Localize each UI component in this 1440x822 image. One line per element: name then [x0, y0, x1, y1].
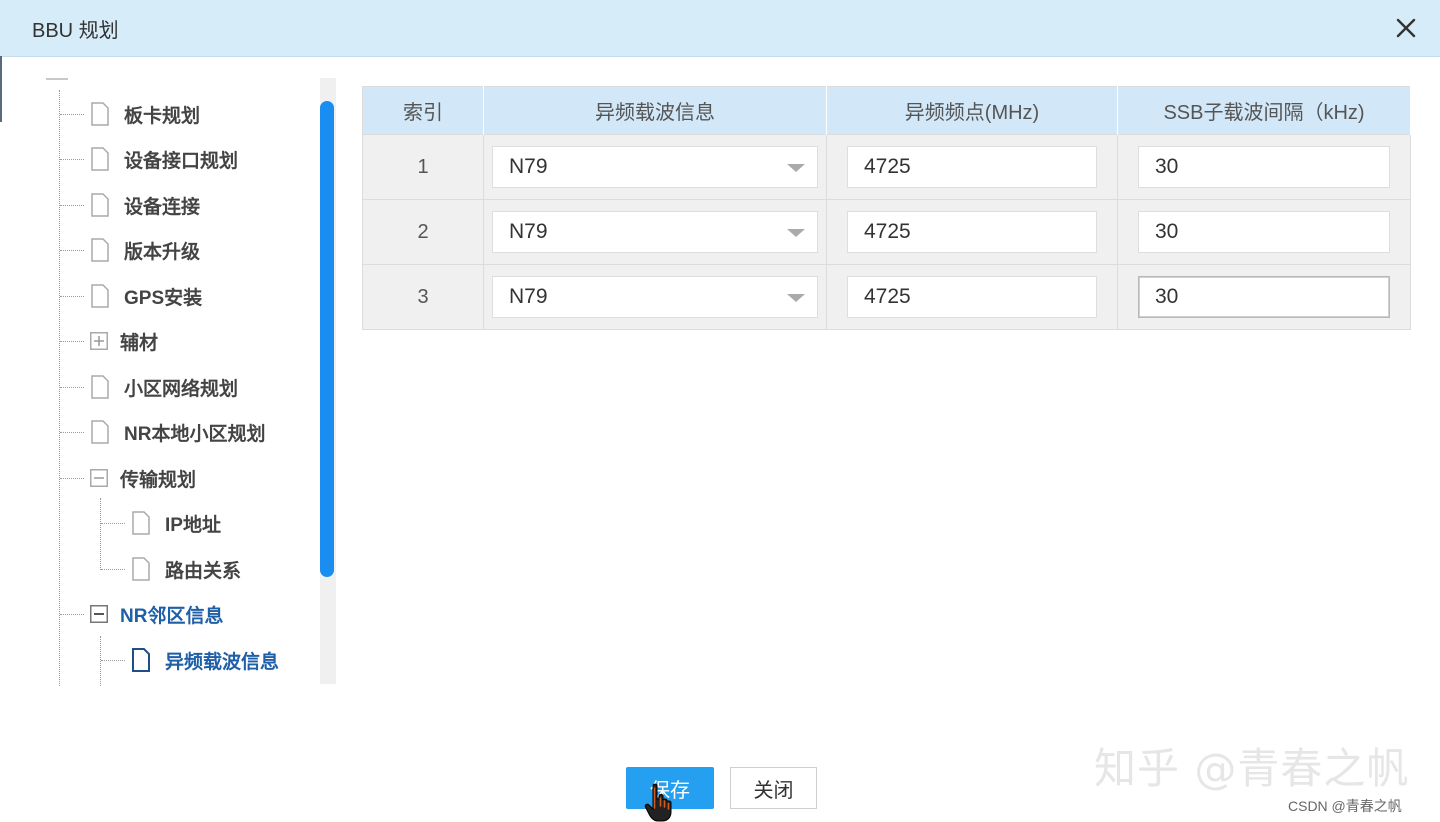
planning-tree: 板卡规划 设备接口规划 设备连接 版本升级 GPS安装 辅材 小区网络规划 NR…: [44, 70, 320, 686]
collapse-minus-icon[interactable]: [90, 605, 108, 623]
frequency-cell: 4725: [826, 199, 1118, 265]
tree-item-label: 异频载波信息: [165, 651, 280, 673]
frequency-input[interactable]: 4725: [847, 276, 1097, 318]
frequency-cell: 4725: [826, 264, 1118, 330]
tree-item-ip-address[interactable]: IP地址: [101, 503, 221, 543]
tree-item-label: 传输规划: [120, 469, 197, 491]
tree-item-device-interface[interactable]: 设备接口规划: [60, 139, 238, 179]
tree-item-label: NR邻区信息: [120, 605, 224, 627]
collapse-minus-icon[interactable]: [90, 469, 108, 487]
tree-item-transport[interactable]: 传输规划: [60, 458, 196, 498]
tree-root-line: [46, 78, 68, 80]
file-icon: [91, 102, 109, 126]
ssb-spacing-value: 30: [1155, 285, 1179, 308]
file-icon: [91, 420, 109, 444]
file-icon: [132, 648, 150, 672]
frequency-input[interactable]: 4725: [847, 211, 1097, 253]
tree-scrollbar-thumb[interactable]: [320, 101, 334, 577]
tree-item-accessories[interactable]: 辅材: [60, 321, 158, 361]
frequency-input[interactable]: 4725: [847, 146, 1097, 188]
tree-item-device-connection[interactable]: 设备连接: [60, 185, 200, 225]
dialog-titlebar: BBU 规划: [0, 0, 1440, 57]
tree-item-nr-neighbor[interactable]: NR邻区信息: [60, 594, 223, 634]
frequency-value: 4725: [864, 220, 911, 243]
file-icon: [132, 511, 150, 535]
tree-item-nr-local-cell[interactable]: NR本地小区规划: [60, 412, 265, 452]
carrier-select[interactable]: N79: [492, 276, 818, 318]
ssb-spacing-input[interactable]: 30: [1138, 276, 1390, 318]
tree-item-label: 版本升级: [124, 241, 201, 263]
ssb-spacing-input[interactable]: 30: [1138, 211, 1390, 253]
column-header-ssb-spacing: SSB子载波间隔（kHz): [1117, 86, 1411, 135]
frequency-value: 4725: [864, 155, 911, 178]
ssb-spacing-value: 30: [1155, 155, 1179, 178]
watermark-source: CSDN @青春之帆: [1288, 798, 1402, 814]
close-dialog-button[interactable]: 关闭: [730, 767, 817, 809]
file-icon: [91, 375, 109, 399]
table-row: 2 N79 4725 30: [362, 199, 1411, 265]
tree-item-label: NR本地小区规划: [124, 423, 266, 445]
column-header-carrier: 异频载波信息: [483, 86, 827, 135]
tree-item-label: 小区网络规划: [124, 378, 239, 400]
ssb-spacing-value: 30: [1155, 220, 1179, 243]
file-icon: [91, 284, 109, 308]
column-header-index: 索引: [362, 86, 484, 135]
row-index: 1: [362, 134, 484, 200]
file-icon: [132, 557, 150, 581]
ssb-cell: 30: [1117, 199, 1411, 265]
tree-item-label: 板卡规划: [124, 105, 201, 127]
carrier-select-value: N79: [509, 285, 548, 308]
frequency-value: 4725: [864, 285, 911, 308]
tree-item-inter-freq-carrier[interactable]: 异频载波信息: [101, 640, 279, 680]
row-index: 2: [362, 199, 484, 265]
carrier-table: 索引 异频载波信息 异频频点(MHz) SSB子载波间隔（kHz) 1 N79 …: [362, 86, 1411, 330]
tree-item-label: GPS安装: [124, 287, 203, 309]
tree-item-label: IP地址: [165, 514, 221, 536]
tree-item-version-upgrade[interactable]: 版本升级: [60, 230, 200, 270]
tree-item-label: 辅材: [120, 332, 159, 354]
carrier-cell: N79: [483, 199, 827, 265]
table-row: 1 N79 4725 30: [362, 134, 1411, 200]
tree-item-routing[interactable]: 路由关系: [101, 549, 241, 589]
ssb-cell: 30: [1117, 134, 1411, 200]
tree-item-gps-install[interactable]: GPS安装: [60, 276, 202, 316]
carrier-select[interactable]: N79: [492, 211, 818, 253]
expand-plus-icon[interactable]: [90, 332, 108, 350]
column-header-frequency: 异频频点(MHz): [826, 86, 1118, 135]
row-index: 3: [362, 264, 484, 330]
frequency-cell: 4725: [826, 134, 1118, 200]
tree-item-label: 路由关系: [165, 560, 242, 582]
file-icon: [91, 147, 109, 171]
table-row: 3 N79 4725 30: [362, 264, 1411, 330]
window-edge: [0, 56, 2, 122]
tree-item-cell-network[interactable]: 小区网络规划: [60, 367, 238, 407]
ssb-cell: 30: [1117, 264, 1411, 330]
close-button[interactable]: [1388, 10, 1424, 46]
carrier-cell: N79: [483, 134, 827, 200]
carrier-select-value: N79: [509, 220, 548, 243]
dialog-title: BBU 规划: [32, 20, 119, 42]
file-icon: [91, 238, 109, 262]
ssb-spacing-input[interactable]: 30: [1138, 146, 1390, 188]
carrier-select-value: N79: [509, 155, 548, 178]
tree-item-label: 设备连接: [124, 196, 201, 218]
dropdown-arrow-icon[interactable]: [787, 164, 805, 172]
dropdown-arrow-icon[interactable]: [787, 294, 805, 302]
hand-cursor-icon: [644, 783, 672, 822]
tree-item-board-planning[interactable]: 板卡规划: [60, 94, 200, 134]
watermark: 知乎 @青春之帆: [1094, 744, 1410, 793]
dropdown-arrow-icon[interactable]: [787, 229, 805, 237]
table-header-row: 索引 异频载波信息 异频频点(MHz) SSB子载波间隔（kHz): [362, 86, 1411, 135]
close-icon: [1396, 18, 1416, 38]
file-icon: [91, 193, 109, 217]
carrier-cell: N79: [483, 264, 827, 330]
tree-item-label: 设备接口规划: [124, 150, 239, 172]
carrier-select[interactable]: N79: [492, 146, 818, 188]
